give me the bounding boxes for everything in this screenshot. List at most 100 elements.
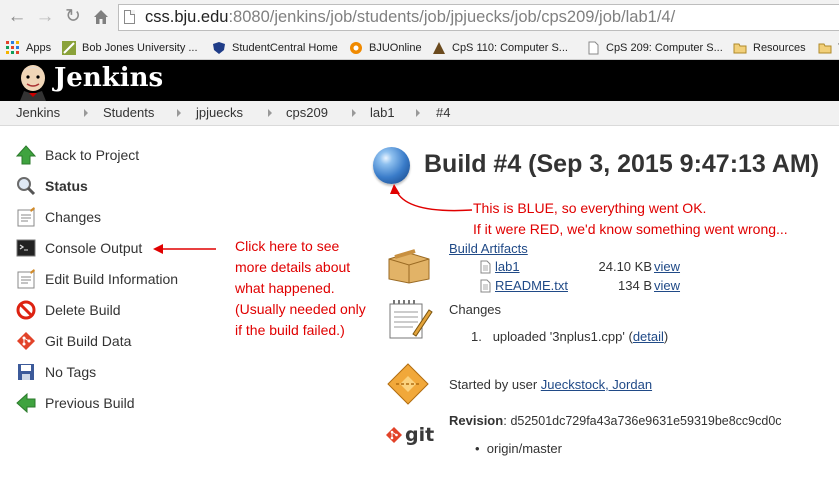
sidebar-item-label: Delete Build	[45, 302, 121, 318]
bookmark-folder-t[interactable]: T	[818, 36, 839, 60]
sidebar-item-label: No Tags	[45, 364, 97, 380]
sidebar-item-changes[interactable]: Changes	[16, 206, 101, 228]
annotation-line: what happened.	[235, 280, 335, 296]
annotation-line: (Usually needed only	[235, 301, 366, 317]
apps-grid-icon	[6, 41, 20, 55]
magnifier-icon	[16, 176, 36, 196]
jenkins-title[interactable]: Jenkins	[54, 63, 163, 93]
change-number: 1.	[471, 329, 482, 344]
artifact-lab1-link[interactable]: lab1	[495, 259, 520, 274]
sidebar-item-label: Edit Build Information	[45, 271, 179, 287]
breadcrumb-jenkins[interactable]: Jenkins	[16, 105, 60, 120]
revision-hash: d52501dc729fa43a736e9631e59319be8cc9cd0c	[510, 414, 782, 428]
bookmark-cps209[interactable]: CpS 209: Computer S...	[586, 36, 723, 60]
artifact-readme-view-link[interactable]: view	[654, 278, 680, 293]
change-detail-link[interactable]: detail	[633, 329, 664, 344]
breadcrumb-cps209[interactable]: cps209	[286, 105, 328, 120]
page-title: Build #4 (Sep 3, 2015 9:47:13 AM)	[424, 150, 820, 178]
git-logo: git	[386, 424, 434, 446]
folder-icon	[733, 41, 747, 55]
bookmark-label: Apps	[26, 42, 52, 54]
bookmark-bju[interactable]: Bob Jones University ...	[62, 36, 198, 60]
bookmark-label: StudentCentral Home	[232, 42, 338, 54]
changes-heading: Changes	[449, 302, 502, 317]
bookmark-label: BJUOnline	[369, 42, 422, 54]
change-close-paren: )	[663, 329, 669, 344]
sidebar-item-back-to-project[interactable]: Back to Project	[15, 144, 140, 166]
sidebar-item-label: Git Build Data	[45, 333, 132, 349]
bookmarks-bar: Apps Bob Jones University ... StudentCen…	[0, 36, 839, 60]
bookmark-bjuonline[interactable]: BJUOnline	[349, 36, 422, 60]
breadcrumb-build-4[interactable]: #4	[436, 105, 450, 120]
sidebar-item-previous-build[interactable]: Previous Build	[16, 392, 135, 414]
sidebar-item-no-tags[interactable]: No Tags	[16, 361, 96, 383]
url-host: css.bju.edu	[145, 8, 229, 26]
breadcrumb-lab1[interactable]: lab1	[370, 105, 395, 120]
sidebar-item-label: Back to Project	[45, 147, 140, 163]
notepad-icon	[16, 207, 36, 227]
bookmark-label: Bob Jones University ...	[82, 42, 198, 54]
star-favicon-icon	[349, 41, 363, 55]
page-icon	[586, 41, 600, 55]
git-diamond-icon	[386, 427, 402, 443]
annotation-line: Click here to see	[235, 238, 340, 254]
sidebar-item-delete-build[interactable]: Delete Build	[16, 299, 121, 321]
package-box-icon	[385, 245, 433, 290]
sidebar-item-edit-build-information[interactable]: Edit Build Information	[16, 268, 178, 290]
annotation-arrow-status	[390, 184, 473, 212]
sidebar-item-label: Changes	[45, 209, 102, 225]
sidebar-item-label: Previous Build	[45, 395, 135, 411]
bju-favicon-icon	[62, 41, 76, 55]
revision-label: Revision	[449, 413, 504, 428]
breadcrumb-students[interactable]: Students	[103, 105, 154, 120]
artifact-lab1-view-link[interactable]: view	[654, 259, 680, 274]
shield-favicon-icon	[212, 41, 226, 55]
browser-toolbar: ← → ↻ css.bju.edu:8080/jenkins/job/stude…	[0, 0, 839, 36]
annotation-arrow-console	[153, 244, 216, 254]
sidebar-item-label: Console Output	[45, 240, 143, 256]
revision-colon: :	[503, 413, 507, 428]
started-by-label: Started by user	[449, 377, 541, 392]
page-icon	[124, 10, 135, 24]
bookmark-apps[interactable]: Apps	[6, 36, 51, 60]
annotation-line: more details about	[235, 259, 351, 275]
bookmark-studentcentral[interactable]: StudentCentral Home	[212, 36, 338, 60]
sidebar-item-git-build-data[interactable]: Git Build Data	[16, 330, 131, 352]
branch-item: • origin/master	[475, 441, 562, 456]
artifact-readme-link[interactable]: README.txt	[495, 278, 568, 293]
annotation-line: if the build failed.)	[235, 322, 345, 338]
breadcrumb-separator-icon	[352, 109, 356, 117]
annotation-status: This is BLUE, so everything went OK. If …	[473, 198, 788, 240]
artifact-lab1-size: 24.10 KB	[598, 259, 653, 274]
url-text[interactable]: css.bju.edu:8080/jenkins/job/students/jo…	[145, 8, 675, 27]
revision: Revision: d52501dc729fa43a736e9631e59319…	[449, 413, 782, 428]
artifact-readme-size: 134 B	[618, 278, 652, 293]
breadcrumb-separator-icon	[268, 109, 272, 117]
file-icon	[480, 279, 491, 298]
sidebar-item-label: Status	[45, 178, 88, 194]
notepad-icon	[385, 298, 433, 347]
sidebar-item-console-output[interactable]: Console Output	[16, 237, 142, 259]
build-artifacts-link[interactable]: Build Artifacts	[449, 241, 528, 256]
breadcrumb: Jenkins Students jpjuecks cps209 lab1 #4	[0, 101, 839, 126]
sidebar-item-status[interactable]: Status	[16, 175, 88, 197]
back-arrow-icon[interactable]: ←	[6, 6, 28, 28]
cps-favicon-icon	[432, 41, 446, 55]
address-bar[interactable]: css.bju.edu:8080/jenkins/job/students/jo…	[118, 4, 839, 31]
started-by-user-link[interactable]: Jueckstock, Jordan	[541, 377, 652, 392]
reload-icon[interactable]: ↻	[62, 6, 84, 28]
url-path: :8080/jenkins/job/students/job/jpjuecks/…	[228, 8, 676, 26]
breadcrumb-separator-icon	[177, 109, 181, 117]
left-arrow-icon	[16, 392, 36, 414]
git-diamond-icon	[16, 331, 36, 351]
breadcrumb-jpjuecks[interactable]: jpjuecks	[196, 105, 243, 120]
home-icon[interactable]	[90, 6, 112, 28]
user-icon	[386, 362, 430, 411]
bookmark-cps110[interactable]: CpS 110: Computer S...	[432, 36, 568, 60]
bullet-icon: •	[475, 441, 487, 456]
bookmark-label: Resources	[753, 42, 806, 54]
jenkins-butler-logo-icon[interactable]	[16, 62, 50, 101]
bookmark-resources[interactable]: Resources	[733, 36, 806, 60]
forward-arrow-icon[interactable]: →	[34, 6, 56, 28]
folder-icon	[818, 41, 832, 55]
